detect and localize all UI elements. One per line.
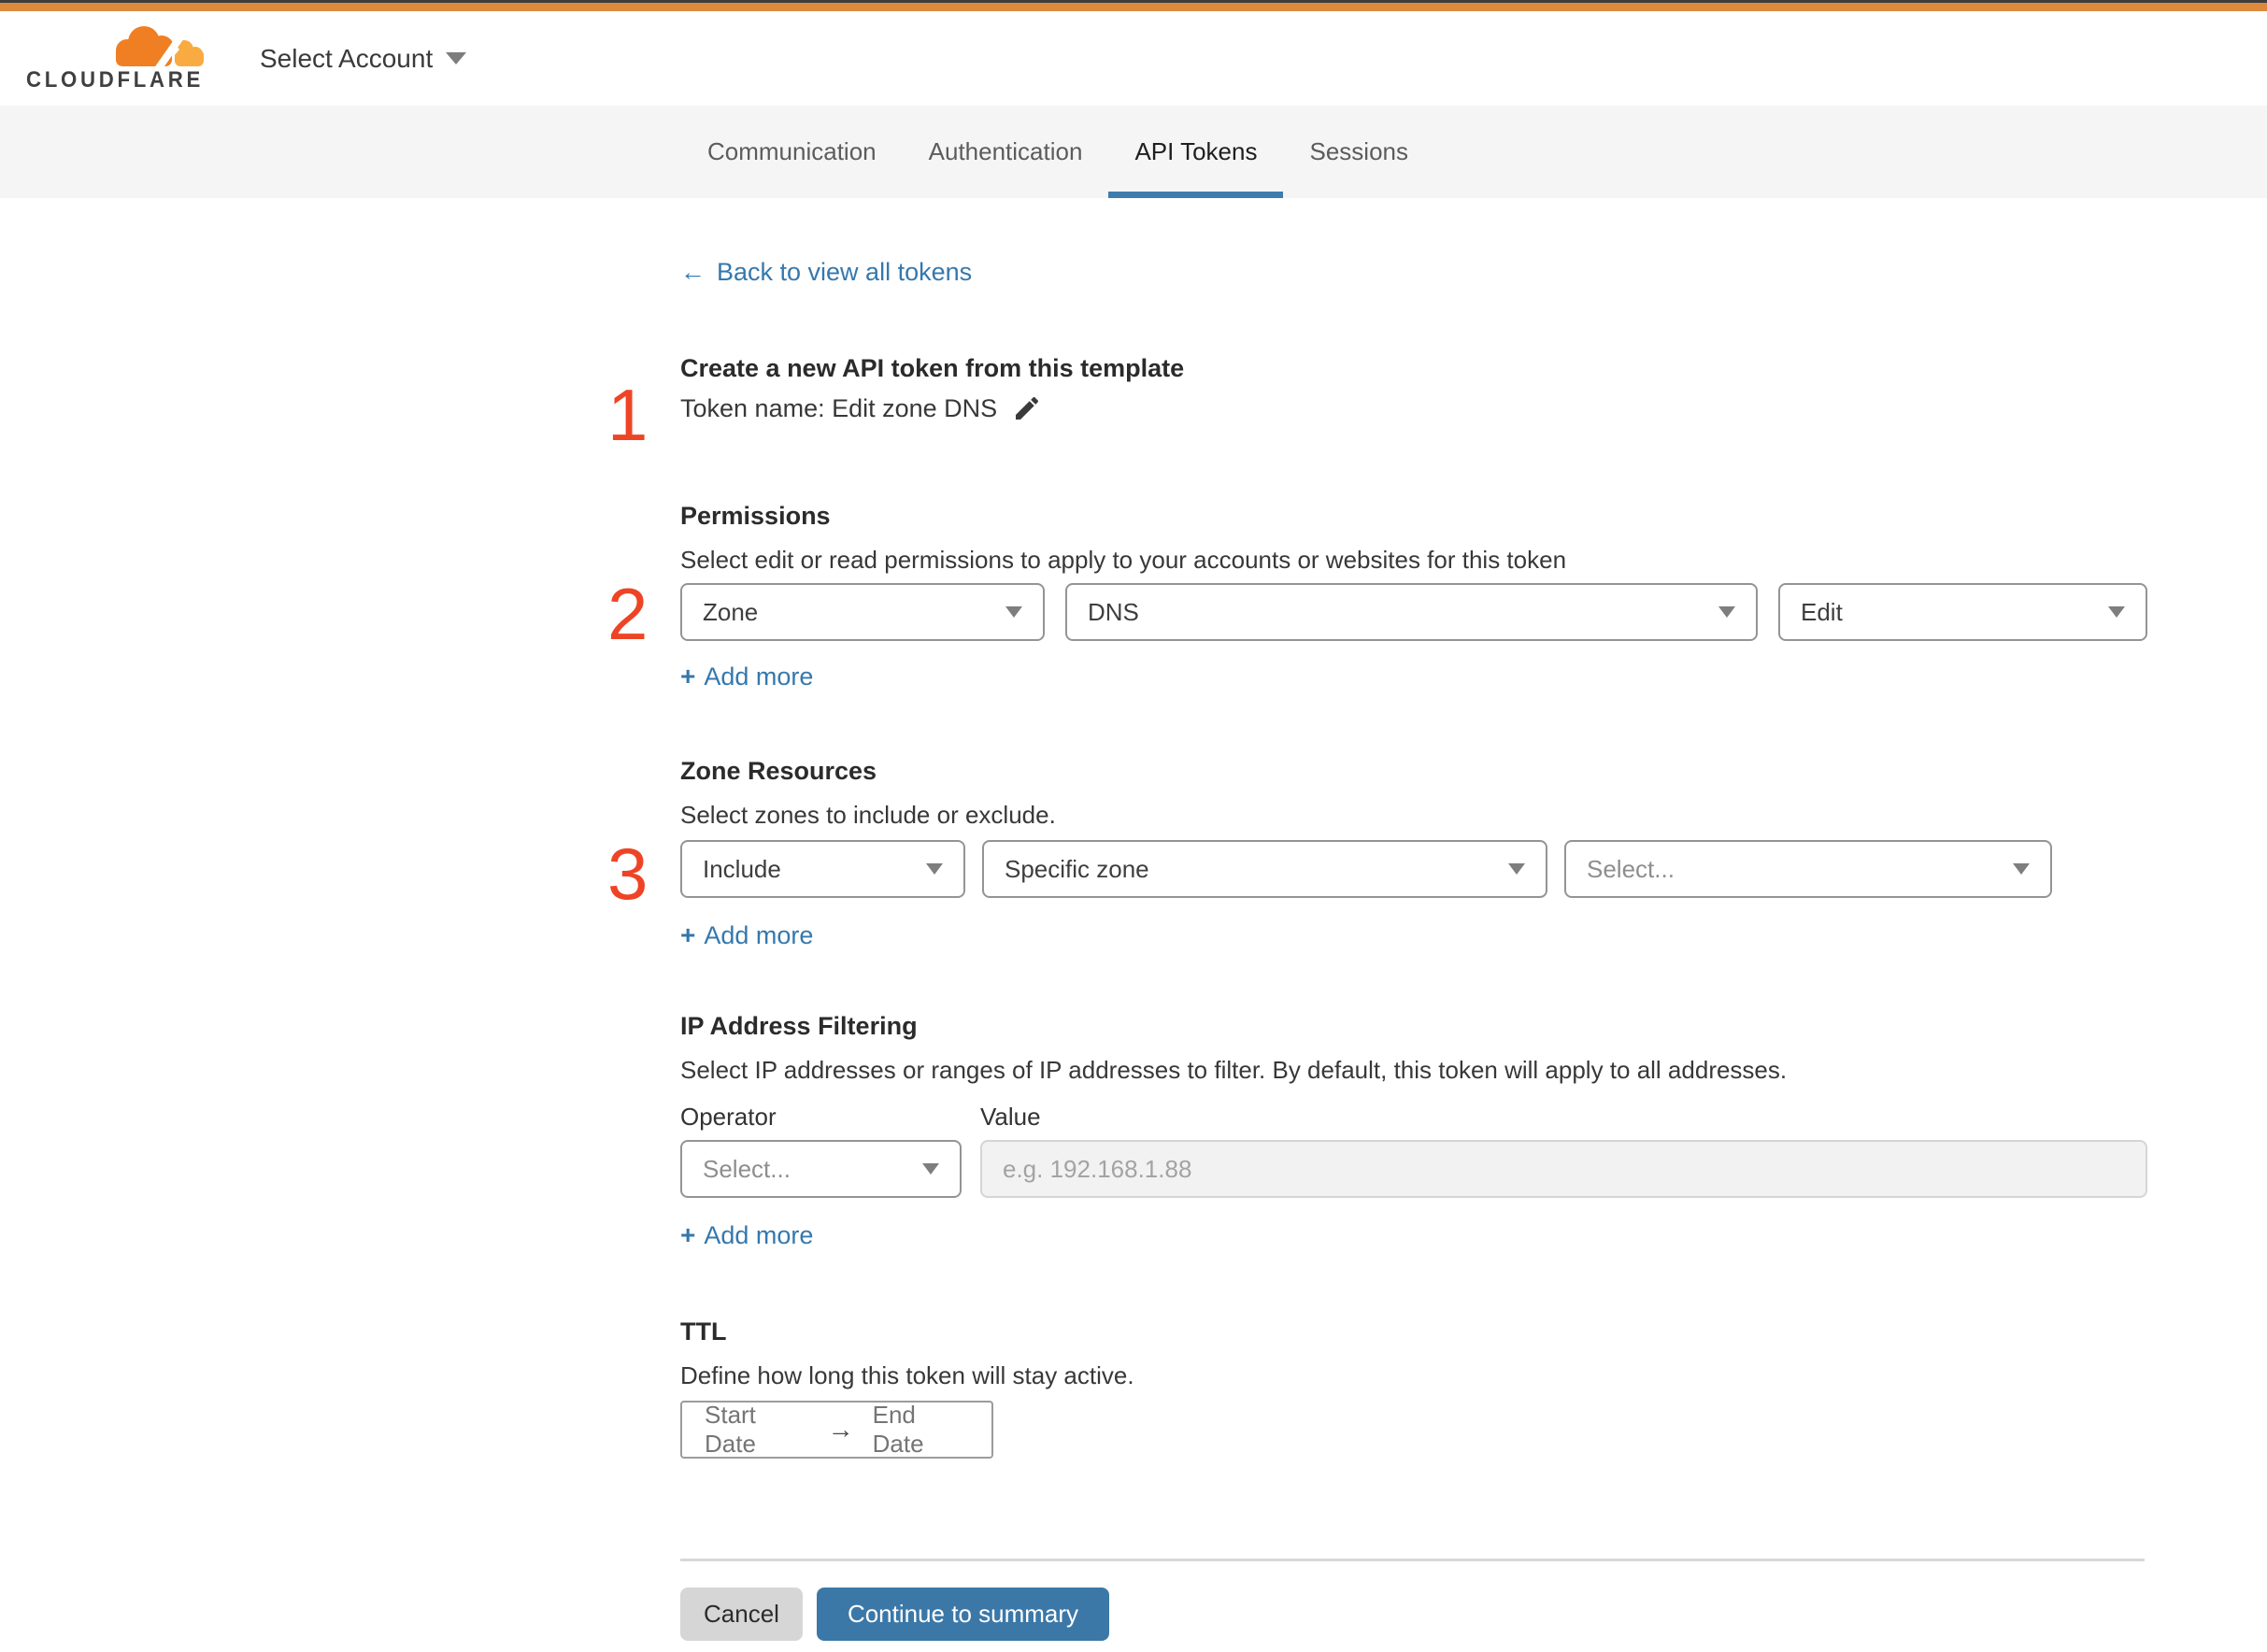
- ip-value-input[interactable]: [980, 1140, 2147, 1198]
- ttl-description: Define how long this token will stay act…: [680, 1361, 1134, 1389]
- permission-scope-value: Zone: [703, 597, 759, 626]
- ip-operator-placeholder: Select...: [703, 1154, 791, 1183]
- zone-picker-placeholder: Select...: [1587, 854, 1675, 883]
- add-more-label: Add more: [704, 920, 814, 949]
- plus-icon: +: [680, 920, 696, 949]
- permissions-description: Select edit or read permissions to apply…: [680, 546, 1567, 574]
- ip-filtering-row: Select...: [680, 1140, 2147, 1198]
- token-name-row: Token name: Edit zone DNS: [680, 393, 1042, 423]
- chevron-down-icon: [2013, 863, 2030, 875]
- chevron-down-icon: [1508, 863, 1525, 875]
- account-selector-label: Select Account: [260, 43, 434, 73]
- add-more-label: Add more: [704, 662, 814, 691]
- chevron-down-icon: [1005, 606, 1022, 618]
- chevron-down-icon: [2108, 606, 2125, 618]
- footer-divider: [680, 1559, 2145, 1561]
- chevron-down-icon: [926, 863, 943, 875]
- page: CLOUDFLARE Select Account Communication …: [0, 0, 2267, 1652]
- back-to-tokens-link[interactable]: ← Back to view all tokens: [680, 258, 972, 287]
- ip-operator-select[interactable]: Select...: [680, 1140, 962, 1198]
- permissions-heading: Permissions: [680, 502, 831, 530]
- step-marker-1: 1: [607, 374, 649, 456]
- add-more-label: Add more: [704, 1220, 814, 1249]
- step-marker-3: 3: [607, 833, 649, 915]
- permission-scope-select[interactable]: Zone: [680, 583, 1045, 641]
- zone-type-value: Specific zone: [1005, 854, 1149, 883]
- value-label: Value: [980, 1103, 1041, 1131]
- permission-resource-select[interactable]: DNS: [1065, 583, 1758, 641]
- chevron-down-icon: [446, 52, 467, 64]
- main-content: ← Back to view all tokens 1 Create a new…: [607, 0, 2147, 1652]
- chevron-down-icon: [1718, 606, 1735, 618]
- back-arrow-icon: ←: [680, 258, 706, 286]
- zone-resources-heading: Zone Resources: [680, 757, 877, 785]
- step-marker-2: 2: [607, 573, 649, 655]
- cloud-icon: [116, 26, 204, 73]
- logo-wordmark: CLOUDFLARE: [26, 67, 204, 92]
- chevron-down-icon: [922, 1163, 939, 1175]
- plus-icon: +: [680, 662, 696, 691]
- zone-resources-add-more-link[interactable]: + Add more: [680, 920, 813, 950]
- zone-type-select[interactable]: Specific zone: [982, 840, 1547, 898]
- permissions-row: Zone DNS Edit: [680, 583, 2147, 641]
- continue-to-summary-button[interactable]: Continue to summary: [816, 1588, 1110, 1641]
- ip-filtering-description: Select IP addresses or ranges of IP addr…: [680, 1056, 1788, 1084]
- zone-include-value: Include: [703, 854, 781, 883]
- operator-label: Operator: [680, 1103, 777, 1131]
- permission-access-select[interactable]: Edit: [1778, 583, 2147, 641]
- ip-filtering-heading: IP Address Filtering: [680, 1012, 918, 1040]
- permissions-add-more-link[interactable]: + Add more: [680, 662, 813, 691]
- edit-pencil-icon[interactable]: [1012, 393, 1042, 423]
- cancel-button[interactable]: Cancel: [680, 1588, 803, 1641]
- end-date-placeholder: End Date: [872, 1401, 924, 1458]
- zone-include-select[interactable]: Include: [680, 840, 965, 898]
- account-selector[interactable]: Select Account: [260, 11, 467, 106]
- permission-resource-value: DNS: [1088, 597, 1139, 626]
- zone-resources-description: Select zones to include or exclude.: [680, 801, 1056, 829]
- start-date-placeholder: Start Date: [705, 1401, 756, 1458]
- back-link-label: Back to view all tokens: [717, 258, 973, 286]
- permission-access-value: Edit: [1801, 597, 1843, 626]
- zone-resources-row: Include Specific zone Select...: [680, 840, 2052, 898]
- zone-picker-select[interactable]: Select...: [1564, 840, 2052, 898]
- template-heading: Create a new API token from this templat…: [680, 354, 1185, 382]
- ip-filtering-add-more-link[interactable]: + Add more: [680, 1220, 813, 1250]
- footer-actions: Cancel Continue to summary: [680, 1588, 1110, 1641]
- ttl-date-range-picker[interactable]: Start Date → End Date: [680, 1401, 993, 1459]
- token-name-text: Token name: Edit zone DNS: [680, 393, 998, 422]
- plus-icon: +: [680, 1220, 696, 1249]
- cloudflare-logo: CLOUDFLARE: [26, 26, 204, 92]
- ttl-heading: TTL: [680, 1317, 727, 1346]
- arrow-right-icon: →: [827, 1415, 854, 1444]
